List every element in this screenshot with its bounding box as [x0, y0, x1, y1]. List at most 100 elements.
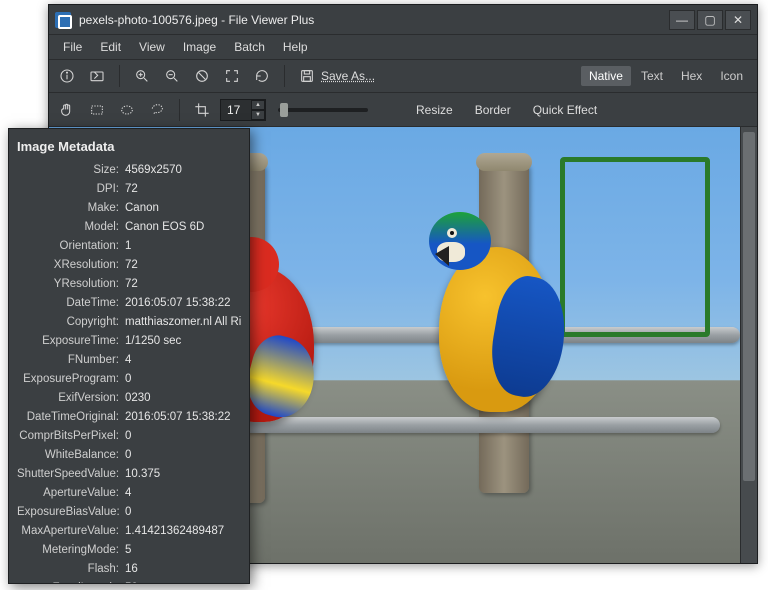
meta-value: matthiaszomer.nl All Rights Res: [125, 316, 241, 328]
app-icon: [55, 12, 71, 28]
meta-key: Size:: [17, 164, 125, 176]
meta-row: ExposureProgram:0: [17, 369, 241, 388]
meta-key: WhiteBalance:: [17, 449, 125, 461]
meta-key: MeteringMode:: [17, 544, 125, 556]
meta-key: FocalLength:: [17, 582, 125, 585]
meta-value: 1.41421362489487: [125, 525, 241, 537]
zoom-out-icon[interactable]: [160, 64, 184, 88]
meta-row: XResolution:72: [17, 255, 241, 274]
meta-value: 4: [125, 487, 241, 499]
scrollbar-thumb[interactable]: [743, 132, 755, 481]
title-app: File Viewer Plus: [228, 13, 314, 27]
zoom-step-down[interactable]: ▼: [251, 110, 265, 120]
pan-hand-icon[interactable]: [55, 98, 79, 122]
save-as-button[interactable]: Save As...: [295, 64, 383, 88]
menu-file[interactable]: File: [55, 38, 90, 56]
meta-row: ExifVersion:0230: [17, 388, 241, 407]
rect-select-icon[interactable]: [85, 98, 109, 122]
lasso-select-icon[interactable]: [145, 98, 169, 122]
meta-key: MaxApertureValue:: [17, 525, 125, 537]
refresh-icon[interactable]: [250, 64, 274, 88]
meta-value: 0: [125, 373, 241, 385]
action-quick-effect[interactable]: Quick Effect: [527, 100, 603, 120]
menu-view[interactable]: View: [131, 38, 173, 56]
meta-key: Flash:: [17, 563, 125, 575]
meta-row: DPI:72: [17, 179, 241, 198]
close-button[interactable]: ✕: [725, 10, 751, 30]
meta-key: ExifVersion:: [17, 392, 125, 404]
meta-row: FocalLength:50: [17, 578, 241, 584]
view-tab-hex[interactable]: Hex: [673, 66, 710, 86]
meta-row: Make:Canon: [17, 198, 241, 217]
meta-value: 0: [125, 449, 241, 461]
meta-row: Orientation:1: [17, 236, 241, 255]
meta-key: ShutterSpeedValue:: [17, 468, 125, 480]
action-resize[interactable]: Resize: [410, 100, 459, 120]
meta-row: Model:Canon EOS 6D: [17, 217, 241, 236]
meta-row: FNumber:4: [17, 350, 241, 369]
zoom-reset-icon[interactable]: [190, 64, 214, 88]
ellipse-select-icon[interactable]: [115, 98, 139, 122]
meta-row: ExposureBiasValue:0: [17, 502, 241, 521]
view-tab-text[interactable]: Text: [633, 66, 671, 86]
crop-icon[interactable]: [190, 98, 214, 122]
view-tab-native[interactable]: Native: [581, 66, 631, 86]
meta-value: 16: [125, 563, 241, 575]
meta-value: 72: [125, 183, 241, 195]
zoom-step-up[interactable]: ▲: [251, 100, 265, 110]
meta-key: Make:: [17, 202, 125, 214]
meta-key: DPI:: [17, 183, 125, 195]
meta-key: ComprBitsPerPixel:: [17, 430, 125, 442]
meta-key: DateTimeOriginal:: [17, 411, 125, 423]
zoom-in-icon[interactable]: [130, 64, 154, 88]
meta-row: ComprBitsPerPixel:0: [17, 426, 241, 445]
meta-value: 2016:05:07 15:38:22: [125, 297, 241, 309]
meta-row: MeteringMode:5: [17, 540, 241, 559]
meta-key: ExposureBiasValue:: [17, 506, 125, 518]
zoom-slider[interactable]: [278, 108, 368, 112]
meta-key: ApertureValue:: [17, 487, 125, 499]
maximize-button[interactable]: ▢: [697, 10, 723, 30]
meta-value: 72: [125, 259, 241, 271]
meta-value: 4569x2570: [125, 164, 241, 176]
meta-row: WhiteBalance:0: [17, 445, 241, 464]
meta-row: Flash:16: [17, 559, 241, 578]
title-filename: pexels-photo-100576.jpeg: [79, 13, 218, 27]
action-border[interactable]: Border: [469, 100, 517, 120]
meta-value: 0: [125, 430, 241, 442]
meta-value: 0230: [125, 392, 241, 404]
meta-key: DateTime:: [17, 297, 125, 309]
meta-row: Copyright:matthiaszomer.nl All Rights Re…: [17, 312, 241, 331]
open-icon[interactable]: [85, 64, 109, 88]
meta-row: MaxApertureValue:1.41421362489487: [17, 521, 241, 540]
meta-value: Canon EOS 6D: [125, 221, 241, 233]
vertical-scrollbar[interactable]: [740, 127, 757, 563]
meta-key: ExposureTime:: [17, 335, 125, 347]
zoom-slider-thumb[interactable]: [280, 103, 288, 117]
meta-value: Canon: [125, 202, 241, 214]
meta-row: YResolution:72: [17, 274, 241, 293]
meta-row: ApertureValue:4: [17, 483, 241, 502]
menu-edit[interactable]: Edit: [92, 38, 129, 56]
titlebar[interactable]: pexels-photo-100576.jpeg - File Viewer P…: [49, 5, 757, 35]
meta-row: ShutterSpeedValue:10.375: [17, 464, 241, 483]
info-icon[interactable]: [55, 64, 79, 88]
meta-value: 1/1250 sec: [125, 335, 241, 347]
menu-batch[interactable]: Batch: [226, 38, 273, 56]
meta-row: DateTimeOriginal:2016:05:07 15:38:22: [17, 407, 241, 426]
meta-key: ExposureProgram:: [17, 373, 125, 385]
meta-value: 10.375: [125, 468, 241, 480]
meta-key: FNumber:: [17, 354, 125, 366]
minimize-button[interactable]: —: [669, 10, 695, 30]
menu-help[interactable]: Help: [275, 38, 316, 56]
fullscreen-icon[interactable]: [220, 64, 244, 88]
meta-value: 4: [125, 354, 241, 366]
meta-key: Orientation:: [17, 240, 125, 252]
menu-image[interactable]: Image: [175, 38, 224, 56]
window-title: pexels-photo-100576.jpeg - File Viewer P…: [79, 13, 669, 27]
meta-key: Model:: [17, 221, 125, 233]
metadata-title: Image Metadata: [17, 139, 241, 154]
meta-row: ExposureTime:1/1250 sec: [17, 331, 241, 350]
view-tab-icon[interactable]: Icon: [712, 66, 751, 86]
meta-value: 1: [125, 240, 241, 252]
